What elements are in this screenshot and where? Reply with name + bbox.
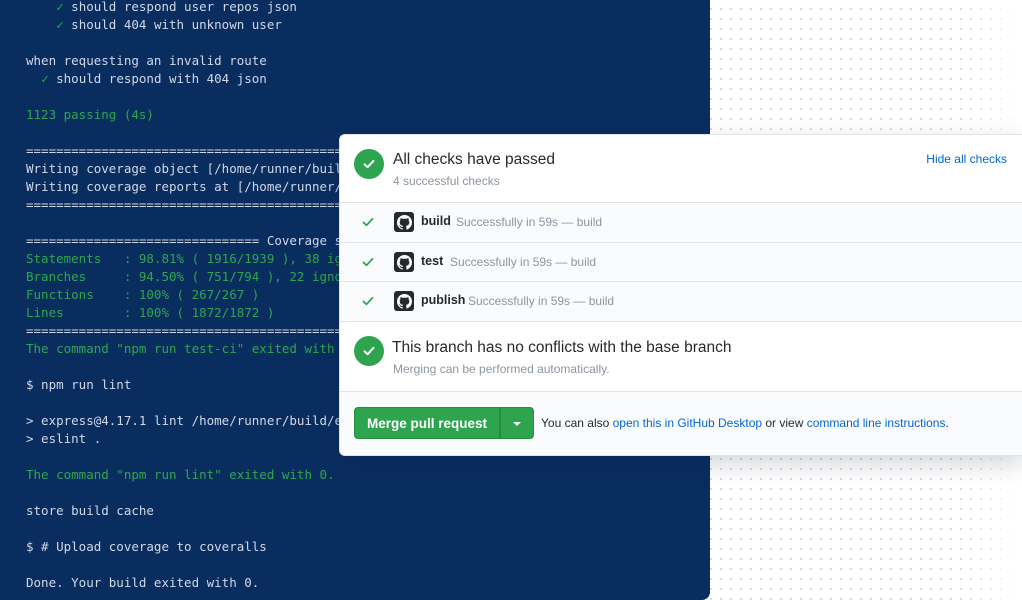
terminal-line: when requesting an invalid route xyxy=(26,53,267,68)
merge-pull-request-button[interactable]: Merge pull request xyxy=(354,407,500,439)
merge-checks-panel: All checks have passed 4 successful chec… xyxy=(339,134,1022,456)
check-icon xyxy=(362,215,374,233)
merge-text-prefix: You can also xyxy=(541,416,613,430)
terminal-line: Functions : 100% ( 267/267 ) xyxy=(26,287,260,302)
command-line-instructions-link[interactable]: command line instructions xyxy=(807,416,946,430)
terminal-line: Lines : 100% ( 1872/1872 ) xyxy=(26,305,275,320)
terminal-line: ✓ should respond with 404 json xyxy=(41,71,267,86)
check-icon xyxy=(362,255,374,273)
merge-options-dropdown[interactable] xyxy=(500,407,534,439)
conflicts-title: This branch has no conflicts with the ba… xyxy=(392,339,732,356)
merge-alternatives-text: You can also open this in GitHub Desktop… xyxy=(541,416,949,430)
check-status: Successfully in 59s — build xyxy=(456,215,603,229)
merge-actions: Merge pull request You can also open thi… xyxy=(340,391,1022,455)
merge-text-mid: or view xyxy=(762,416,807,430)
hide-all-checks-link[interactable]: Hide all checks xyxy=(926,152,1007,166)
terminal-line: $ # Upload coverage to coveralls xyxy=(26,539,267,554)
terminal-line: 1123 passing (4s) xyxy=(26,107,154,122)
terminal-line: ✓ should respond user repos json xyxy=(56,0,297,14)
check-row-publish[interactable]: publish Successfully in 59s — build xyxy=(340,281,1022,320)
terminal-line: store build cache xyxy=(26,503,154,518)
github-icon xyxy=(394,212,414,232)
terminal-line: $ npm run lint xyxy=(26,377,132,392)
terminal-line: The command "npm run test-ci" exited wit… xyxy=(26,341,350,356)
check-status: Successfully in 59s — build xyxy=(450,255,597,269)
terminal-line: > express@4.17.1 lint /home/runner/build… xyxy=(26,413,350,428)
terminal-line: > eslint . xyxy=(26,431,102,446)
checks-subtitle: 4 successful checks xyxy=(393,174,500,188)
check-row-test[interactable]: test Successfully in 59s — build xyxy=(340,242,1022,281)
check-name: publish xyxy=(421,293,466,307)
open-github-desktop-link[interactable]: open this in GitHub Desktop xyxy=(613,416,762,430)
check-status: Successfully in 59s — build xyxy=(468,294,615,308)
check-name: build xyxy=(421,214,451,228)
terminal-line: Done. Your build exited with 0. xyxy=(26,575,260,590)
no-conflicts-icon xyxy=(354,336,384,366)
check-name: test xyxy=(421,254,444,268)
terminal-line: =============================== Coverage… xyxy=(26,233,350,248)
github-icon xyxy=(394,291,414,311)
terminal-line: Branches : 94.50% ( 751/794 ), 22 ignor xyxy=(26,269,350,284)
terminal-line: Statements : 98.81% ( 1916/1939 ), 38 ig… xyxy=(26,251,350,266)
github-icon xyxy=(394,252,414,272)
caret-down-icon xyxy=(512,414,522,432)
terminal-line: Writing coverage reports at [/home/runne… xyxy=(26,179,358,194)
merge-text-suffix: . xyxy=(945,416,949,430)
terminal-line: ✓ should 404 with unknown user xyxy=(56,17,282,32)
check-row-build[interactable]: build Successfully in 59s — build xyxy=(340,203,1022,241)
terminal-line: Writing coverage object [/home/runner/bu… xyxy=(26,161,358,176)
checks-list: build Successfully in 59s — build test S… xyxy=(340,202,1022,322)
check-icon xyxy=(362,294,374,312)
checks-title: All checks have passed xyxy=(393,151,555,168)
terminal-line: The command "npm run lint" exited with 0… xyxy=(26,467,335,482)
conflicts-subtitle: Merging can be performed automatically. xyxy=(393,362,610,376)
checks-passed-icon xyxy=(354,149,384,179)
